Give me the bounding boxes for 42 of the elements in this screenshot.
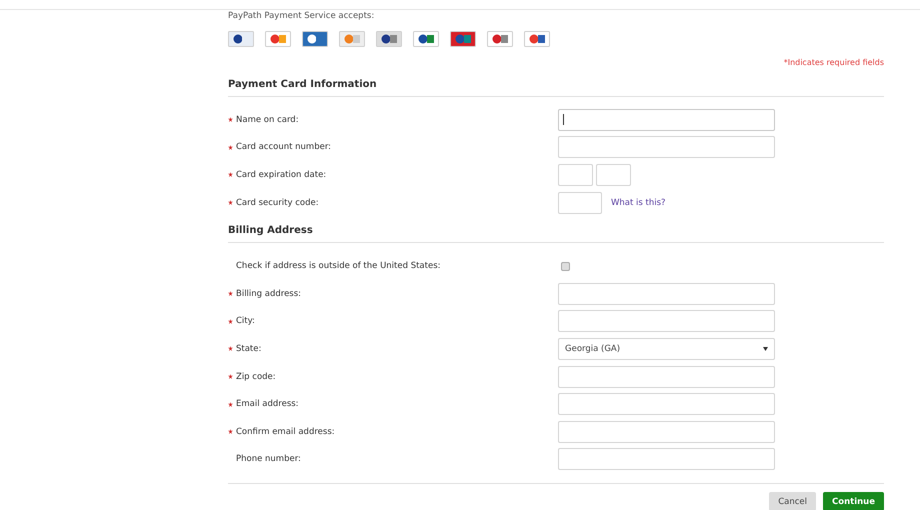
card-logo-icon xyxy=(450,31,476,47)
state-dropdown[interactable]: Georgia (GA) xyxy=(558,338,775,360)
section-heading: Billing Address xyxy=(228,216,884,244)
month-field[interactable] xyxy=(558,164,593,186)
required-fields-note: *Indicates required fields xyxy=(782,58,884,69)
card-logo-icon xyxy=(265,31,291,47)
card-logo-icon xyxy=(302,31,328,47)
input-field[interactable] xyxy=(558,366,775,388)
field-label: Zip code: xyxy=(236,372,276,382)
card-logo-icon xyxy=(487,31,513,47)
card-logo-icon xyxy=(339,31,365,47)
input-field[interactable] xyxy=(558,136,775,158)
input-field[interactable] xyxy=(558,448,775,470)
card-logo-icon xyxy=(376,31,402,47)
dropdown-arrow-icon xyxy=(763,346,768,351)
field-label: Card security code: xyxy=(236,198,319,208)
checkbox[interactable] xyxy=(561,262,570,271)
accepted-cards-label: PayPath Payment Service accepts: xyxy=(228,11,376,23)
field-label: Check if address is outside of the United States: xyxy=(236,261,440,272)
field-label: Email address: xyxy=(236,399,299,410)
input-field[interactable] xyxy=(558,108,775,131)
field-label: Card account number: xyxy=(236,142,332,152)
input-field[interactable] xyxy=(558,393,775,416)
field-label: Phone number: xyxy=(236,454,301,464)
card-logo-icon xyxy=(524,31,550,47)
input-field[interactable] xyxy=(558,420,775,443)
security-code-field[interactable] xyxy=(558,192,602,214)
field-label: Card expiration date: xyxy=(236,170,326,180)
input-field[interactable] xyxy=(558,282,775,305)
section-heading: Payment Card Information xyxy=(228,70,884,97)
continue-button[interactable]: Continue xyxy=(823,492,884,510)
what-is-this-link[interactable]: What is this? xyxy=(611,198,666,208)
cancel-button[interactable]: Cancel xyxy=(769,492,816,510)
input-field[interactable] xyxy=(558,310,775,332)
card-logo-icon xyxy=(413,31,439,47)
field-label: Name on card: xyxy=(236,114,299,125)
field-label: State: xyxy=(236,344,262,354)
field-label: Billing address: xyxy=(236,288,302,299)
field-label: City: xyxy=(236,316,255,326)
card-logo-icon xyxy=(228,31,254,47)
field-label: Confirm email address: xyxy=(236,426,335,437)
year-field[interactable] xyxy=(596,164,631,186)
